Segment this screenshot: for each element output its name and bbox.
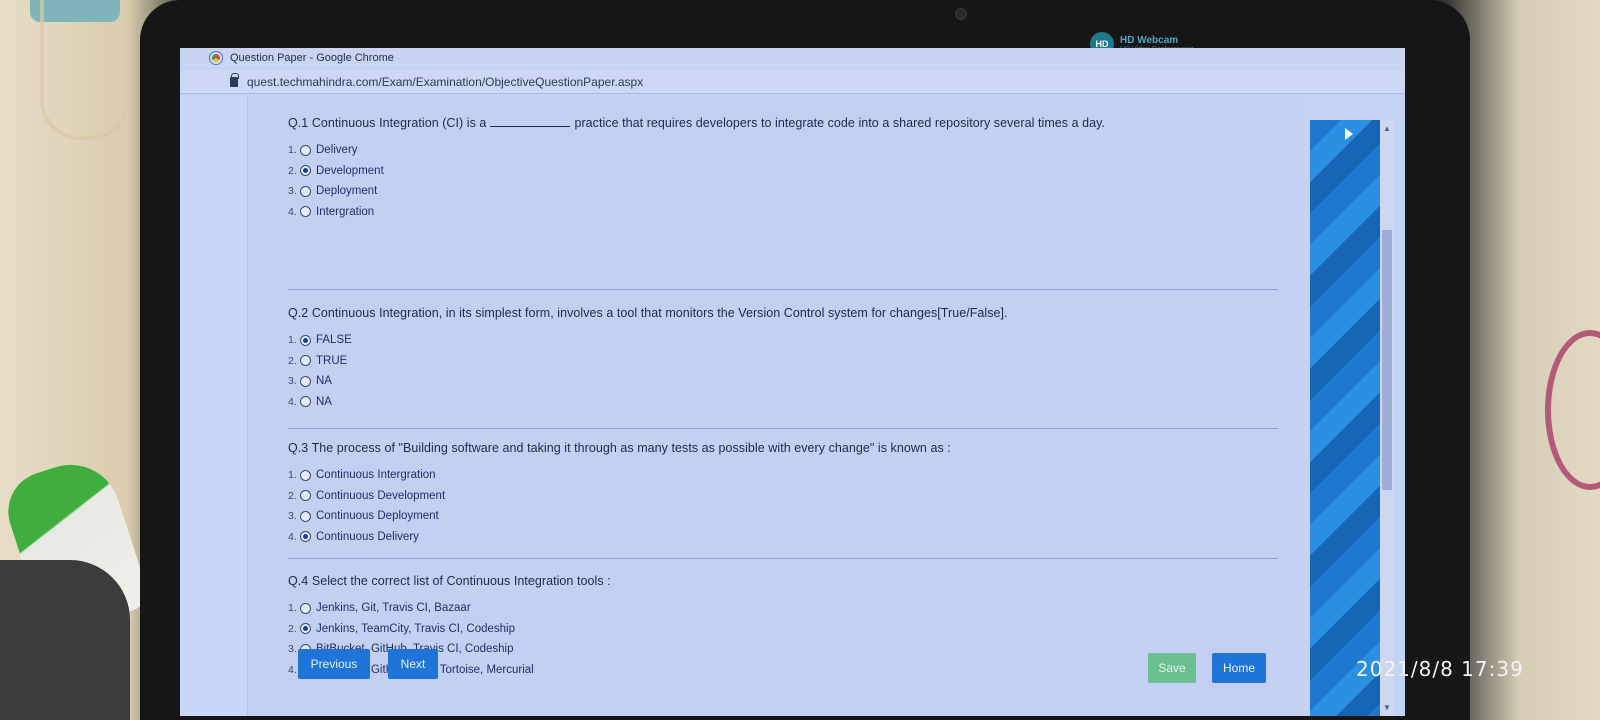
option-number: 4. [288, 395, 297, 408]
save-button[interactable]: Save [1148, 653, 1196, 683]
option-4[interactable]: 4. Intergration [288, 202, 1105, 223]
home-button[interactable]: Home [1212, 653, 1266, 683]
option-number: 4. [288, 205, 297, 218]
option-2[interactable]: 2. Development [288, 161, 1105, 182]
option-4[interactable]: 4. Continuous Delivery [288, 527, 951, 548]
question-text: Q.2 Continuous Integration, in its simpl… [288, 306, 1008, 320]
question-text: Q.3 The process of "Building software an… [288, 441, 951, 455]
vertical-scrollbar[interactable]: ▲ ▼ [1380, 120, 1394, 716]
radio-button[interactable] [300, 355, 311, 367]
blank-line [490, 126, 571, 127]
option-label: Delivery [316, 144, 358, 157]
option-number: 3. [288, 510, 297, 523]
option-label: NA [316, 375, 332, 388]
webcam-title: HD Webcam [1120, 34, 1179, 46]
window-titlebar: Question Paper - Google Chrome [180, 48, 1405, 68]
background-object [1545, 330, 1600, 490]
option-2[interactable]: 2. Jenkins, TeamCity, Travis CI, Codeship [288, 619, 611, 640]
scroll-down-icon[interactable]: ▼ [1383, 703, 1391, 712]
option-label: Continuous Intergration [316, 469, 436, 482]
radio-button[interactable] [300, 396, 311, 408]
radio-button[interactable] [300, 375, 311, 387]
decorative-side-panel [1310, 120, 1380, 716]
question-text-end: practice that requires developers to int… [574, 116, 1106, 130]
window-title: Question Paper - Google Chrome [230, 52, 394, 64]
option-2[interactable]: 2. TRUE [288, 351, 1008, 372]
radio-button[interactable] [300, 602, 311, 614]
photo-timestamp: 2021/8/8 17:39 [1356, 657, 1524, 681]
option-2[interactable]: 2. Continuous Development [288, 486, 951, 507]
next-button[interactable]: Next [388, 649, 438, 679]
option-1[interactable]: 1. Delivery [288, 140, 1105, 161]
left-margin [180, 96, 248, 716]
option-label: Jenkins, TeamCity, Travis CI, Codeship [316, 622, 515, 635]
question-1: Q.1 Continuous Integration (CI) is a prac… [288, 116, 1105, 222]
option-label: Continuous Deployment [316, 510, 439, 523]
option-number: 4. [288, 530, 297, 543]
question-divider [288, 428, 1278, 429]
option-number: 3. [288, 375, 297, 388]
background-object [0, 560, 130, 720]
option-label: Deployment [316, 185, 378, 198]
option-label: Development [316, 164, 384, 177]
option-number: 3. [288, 185, 297, 198]
url-text: quest.techmahindra.com/Exam/Examination/… [247, 74, 644, 89]
radio-button[interactable] [300, 510, 311, 522]
option-number: 2. [288, 489, 297, 502]
option-label: NA [316, 395, 332, 408]
option-4[interactable]: 4. NA [288, 392, 1008, 413]
radio-button-selected[interactable] [300, 165, 311, 177]
background-cable [40, 0, 130, 140]
radio-button-selected[interactable] [300, 334, 311, 346]
option-1[interactable]: 1. Jenkins, Git, Travis CI, Bazaar [288, 598, 611, 619]
screen: Question Paper - Google Chrome – ▫ ✕ que… [180, 48, 1405, 716]
option-number: 2. [288, 354, 297, 367]
mouse-cursor-icon [1345, 128, 1353, 140]
option-label: Jenkins, Git, Travis CI, Bazaar [316, 602, 471, 615]
question-divider [288, 558, 1278, 559]
option-1[interactable]: 1. Continuous Intergration [288, 465, 951, 486]
option-number: 1. [288, 144, 297, 157]
question-3: Q.3 The process of "Building software an… [288, 441, 951, 547]
question-text-start: Q.1 Continuous Integration (CI) is a [288, 116, 487, 130]
option-label: Continuous Development [316, 489, 446, 502]
option-3[interactable]: 3. Continuous Deployment [288, 506, 951, 527]
previous-button[interactable]: Previous [298, 649, 370, 679]
question-2: Q.2 Continuous Integration, in its simpl… [288, 306, 1008, 412]
chrome-icon [210, 52, 222, 64]
option-label: Intergration [316, 205, 375, 218]
radio-button[interactable] [300, 144, 311, 156]
option-label: Continuous Delivery [316, 530, 419, 543]
radio-button[interactable] [300, 469, 311, 481]
option-number: 2. [288, 164, 297, 177]
webcam-lens [955, 8, 967, 20]
option-3[interactable]: 3. NA [288, 371, 1008, 392]
radio-button-selected[interactable] [300, 623, 311, 635]
option-label: FALSE [316, 334, 352, 347]
option-1[interactable]: 1. FALSE [288, 330, 1008, 351]
option-number: 1. [288, 602, 297, 615]
radio-button[interactable] [300, 490, 311, 502]
option-number: 2. [288, 622, 297, 635]
option-3[interactable]: 3. Deployment [288, 181, 1105, 202]
scroll-up-icon[interactable]: ▲ [1383, 124, 1391, 133]
address-bar[interactable]: quest.techmahindra.com/Exam/Examination/… [180, 70, 1405, 94]
question-paper: Q.1 Continuous Integration (CI) is a prac… [248, 96, 1303, 716]
lock-icon [230, 72, 239, 87]
scroll-thumb[interactable] [1382, 230, 1392, 490]
option-number: 1. [288, 469, 297, 482]
radio-button[interactable] [300, 185, 311, 197]
option-label: TRUE [316, 354, 348, 367]
question-text: Q.4 Select the correct list of Continuou… [288, 574, 611, 588]
radio-button-selected[interactable] [300, 531, 311, 543]
radio-button[interactable] [300, 206, 311, 218]
question-divider [288, 289, 1278, 290]
question-text: Q.1 Continuous Integration (CI) is a prac… [288, 116, 1105, 130]
option-number: 1. [288, 334, 297, 347]
